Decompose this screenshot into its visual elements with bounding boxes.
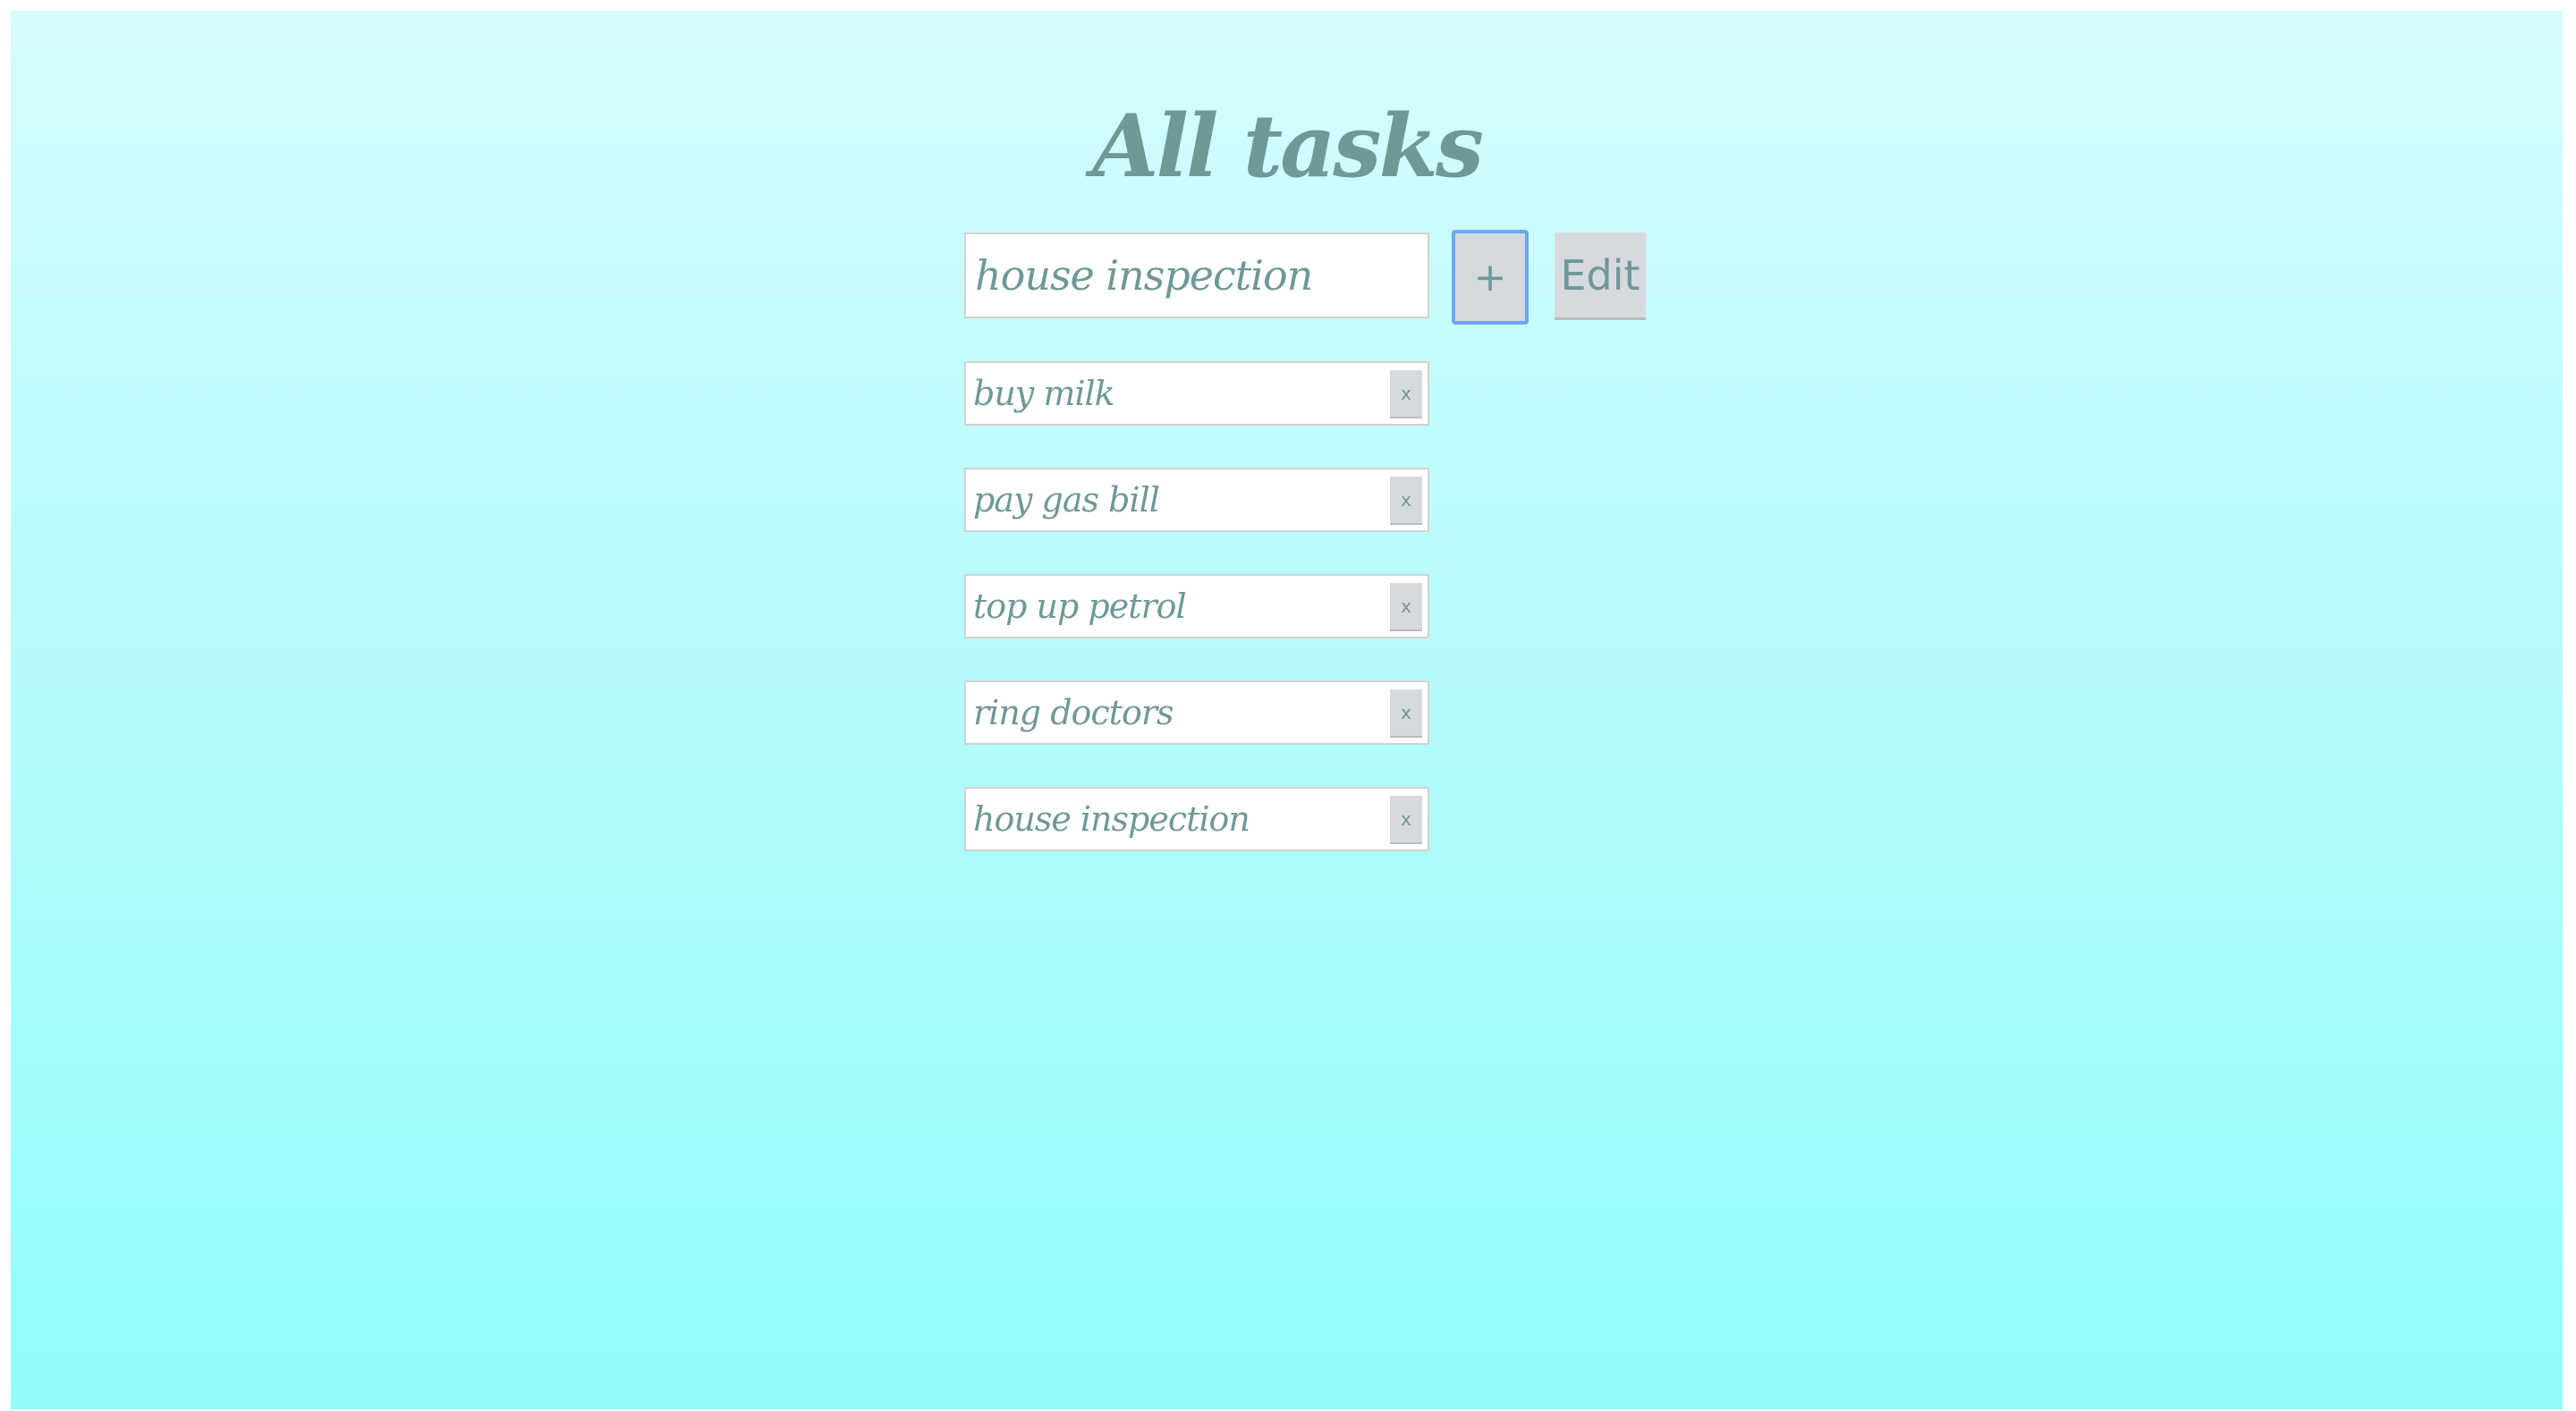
app-page: All tasks + Edit buy milk x pay gas bill… [11,11,2563,1409]
task-item-top-up-petrol: top up petrol x [964,574,1429,638]
edit-button[interactable]: Edit [1555,232,1646,320]
task-label: house inspection [973,799,1250,839]
task-label: pay gas bill [973,480,1160,520]
task-item-house-inspection: house inspection x [964,787,1429,851]
page-title: All tasks [1092,96,1484,197]
task-label: ring doctors [973,693,1174,732]
task-label: buy milk [973,374,1115,413]
task-item-pay-gas-bill: pay gas bill x [964,468,1429,532]
delete-task-button[interactable]: x [1390,689,1422,738]
task-item-buy-milk: buy milk x [964,361,1429,426]
new-task-input[interactable] [964,232,1429,318]
task-label: top up petrol [973,587,1187,626]
delete-task-button[interactable]: x [1390,796,1422,844]
delete-task-button[interactable]: x [1390,583,1422,631]
delete-task-button[interactable]: x [1390,477,1422,525]
task-item-ring-doctors: ring doctors x [964,680,1429,745]
delete-task-button[interactable]: x [1390,370,1422,418]
task-list: buy milk x pay gas bill x top up petrol … [964,361,1429,893]
add-task-button[interactable]: + [1452,230,1529,325]
